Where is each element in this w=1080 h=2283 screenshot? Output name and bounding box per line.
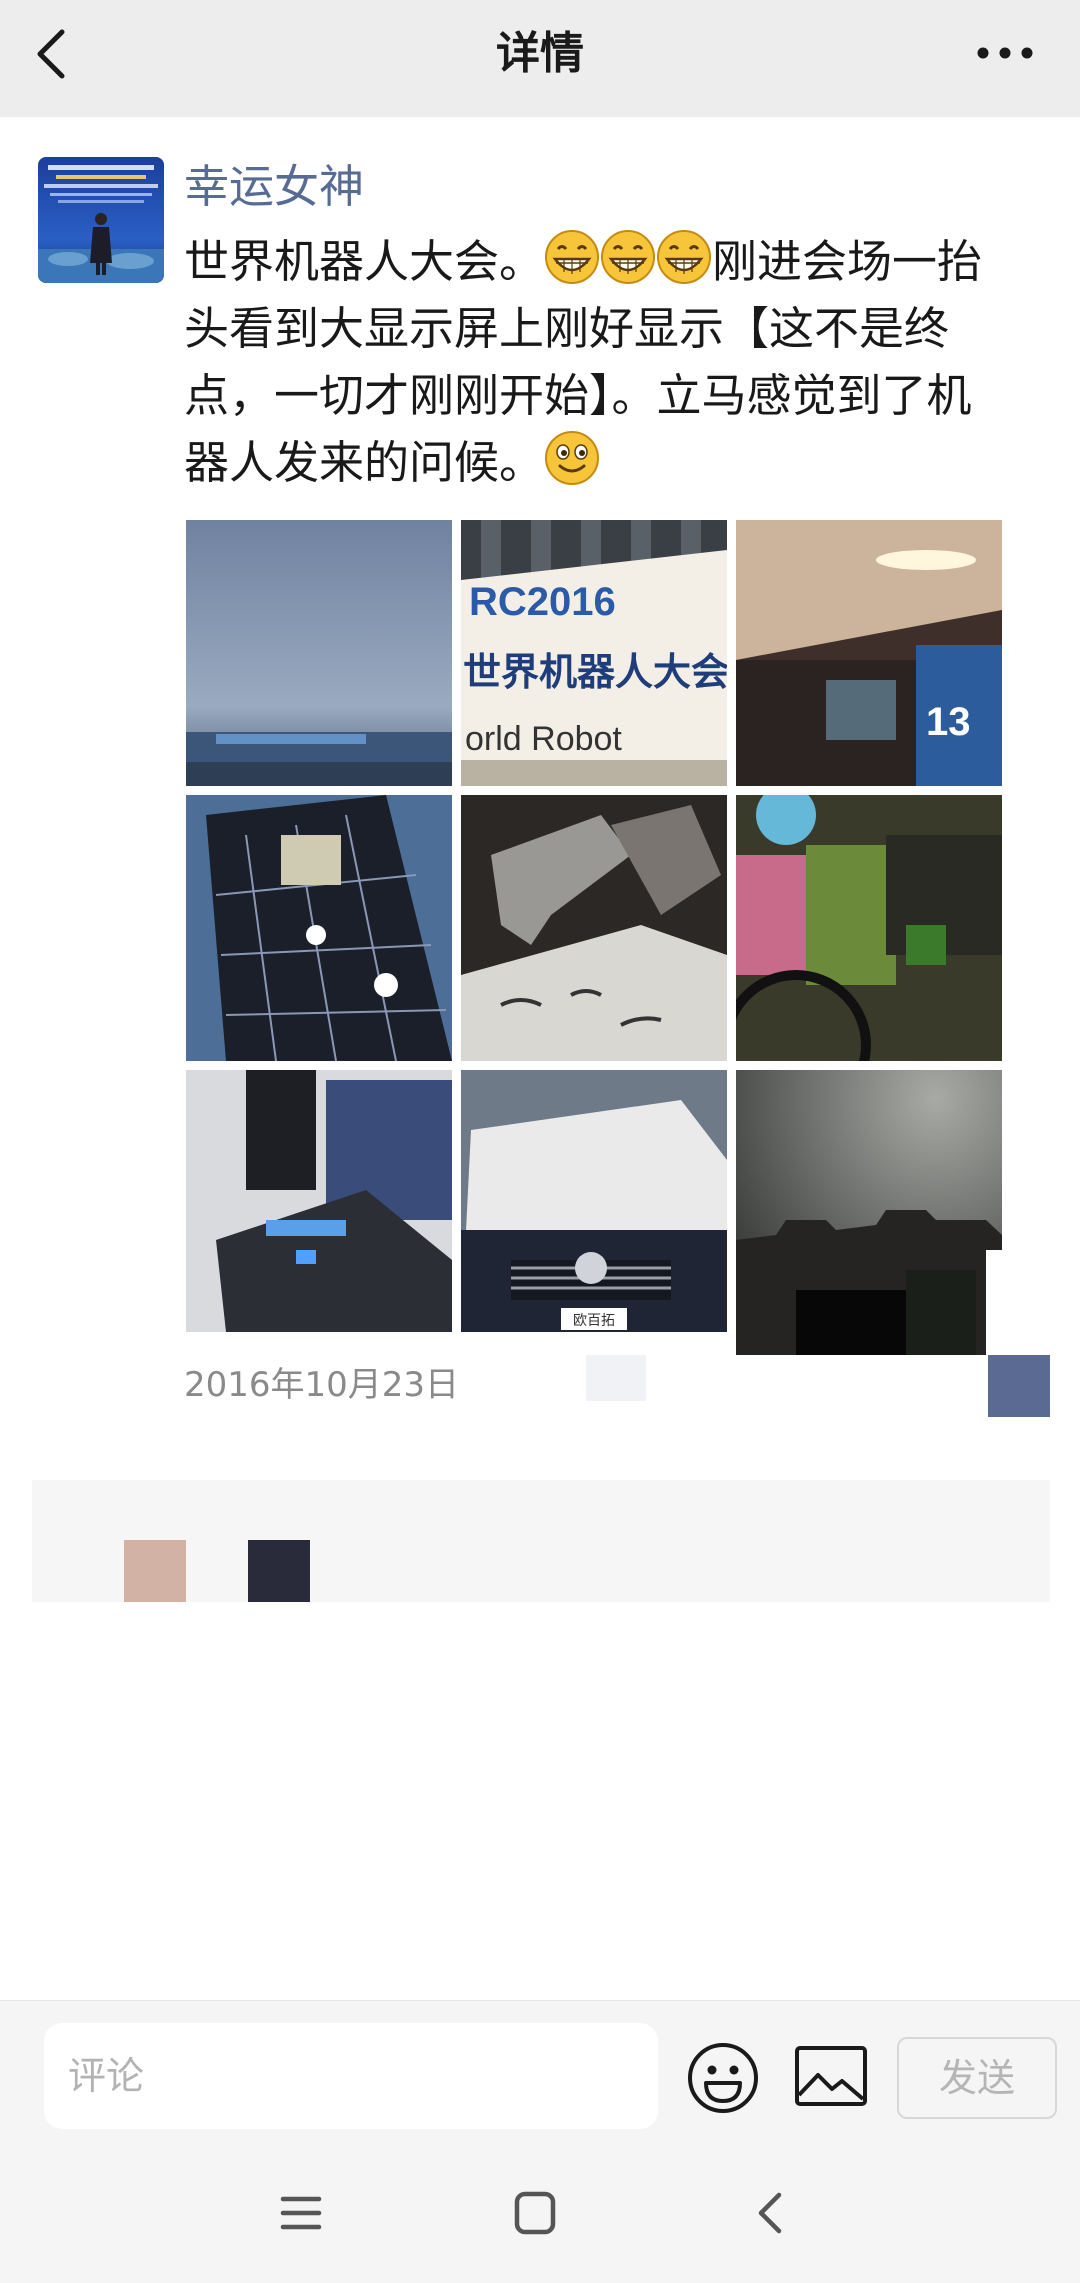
photo-thumbnail[interactable]: RC2016 世界机器人大会无人 orld Robot — [461, 520, 727, 786]
send-button[interactable]: 发送 — [897, 2037, 1057, 2119]
grin-emoji-icon — [657, 230, 712, 284]
emoji-button[interactable] — [686, 2041, 760, 2115]
photo-thumbnail[interactable]: 13 — [736, 520, 1002, 786]
page-title: 详情 — [496, 28, 584, 79]
photo-thumbnail[interactable] — [736, 795, 1002, 1061]
comment-input-bar: 发送 — [0, 2000, 1080, 2138]
grin-emoji-icon — [601, 230, 656, 284]
avatar[interactable] — [248, 1540, 310, 1602]
photo-hall-number: 13 — [926, 700, 971, 744]
photo-sign-text: RC2016 — [469, 580, 616, 624]
more-button[interactable] — [970, 38, 1040, 68]
photo-grid: RC2016 世界机器人大会无人 orld Robot 13 — [186, 520, 1006, 1355]
comment-input[interactable] — [44, 2023, 658, 2129]
smile-emoji-icon — [545, 431, 600, 485]
photo-thumbnail[interactable]: 欧百拓 — [461, 1070, 727, 1332]
post-text: 世界机器人大会。 刚进会场一抬 头看到大显示屏上刚好显示【这不是终 点，一切才刚刚… — [184, 228, 1024, 496]
post-text-segment: 点，一切才刚刚开始】。立马感觉到了机 — [184, 369, 972, 422]
photo-sign-text-en: orld Robot — [465, 720, 622, 758]
author-name[interactable]: 幸运女神 — [184, 157, 364, 217]
photo-thumbnail[interactable] — [186, 1070, 452, 1332]
photo-thumbnail[interactable] — [461, 795, 727, 1061]
comment-toggle-button[interactable] — [988, 1355, 1050, 1417]
grin-emoji-icon — [545, 230, 600, 284]
more-horizontal-icon — [977, 47, 1033, 59]
photo-thumbnail[interactable] — [186, 520, 452, 786]
photo-sign-text-cn: 世界机器人大会无人 — [463, 650, 727, 694]
photo-thumbnail[interactable] — [186, 795, 452, 1061]
system-back-button[interactable] — [741, 2185, 801, 2241]
image-button[interactable] — [794, 2045, 868, 2109]
image-icon — [795, 2046, 867, 2106]
likes-area — [32, 1480, 1050, 1602]
avatar[interactable] — [38, 157, 164, 283]
post-text-segment: 头看到大显示屏上刚好显示【这不是终 — [184, 302, 950, 355]
home-square-icon — [514, 2191, 556, 2235]
avatar-image — [38, 157, 164, 283]
post-text-segment: 世界机器人大会。 — [184, 235, 545, 288]
redaction-block — [586, 1355, 646, 1401]
back-triangle-icon — [758, 2192, 782, 2234]
top-bar: 详情 — [0, 0, 1080, 117]
photo-thumbnail[interactable] — [736, 1070, 1002, 1355]
emoji-face-icon — [688, 2043, 758, 2113]
system-nav-bar — [0, 2137, 1080, 2283]
post-text-segment: 刚进会场一抬 — [712, 235, 983, 288]
photo-car-badge: 欧百拓 — [573, 1313, 615, 1329]
post-date: 2016年10月23日 — [184, 1365, 460, 1405]
avatar[interactable] — [124, 1540, 186, 1602]
menu-button[interactable] — [271, 2185, 331, 2241]
post-text-segment: 器人发来的问候。 — [184, 436, 545, 489]
home-button[interactable] — [505, 2185, 565, 2241]
menu-icon — [280, 2196, 322, 2230]
